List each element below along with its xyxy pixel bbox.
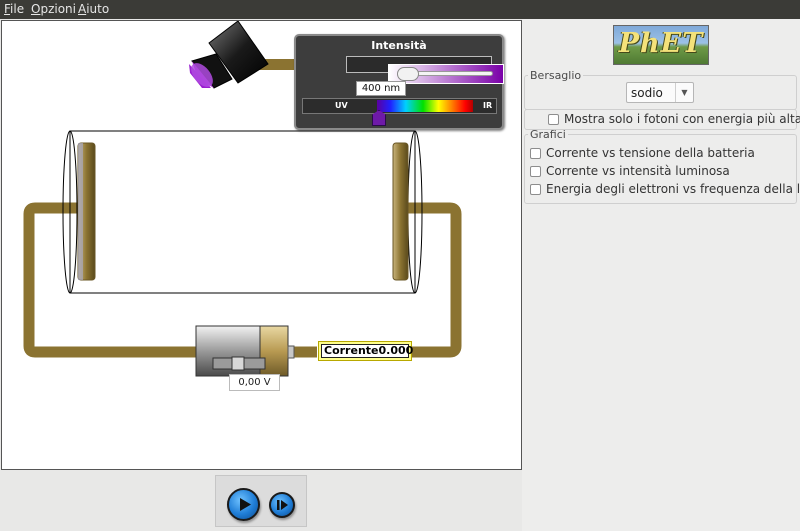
graphs-group-title: Grafici	[530, 128, 566, 141]
high-energy-box: Mostra solo i fotoni con energia più alt…	[524, 109, 800, 130]
intensity-slider-knob[interactable]	[397, 67, 419, 81]
phet-logo: PhET	[613, 25, 709, 65]
only-high-energy-photons-label: Mostra solo i fotoni con energia più alt…	[564, 112, 800, 126]
collector-plate	[392, 142, 409, 281]
play-button[interactable]	[227, 488, 260, 521]
menu-bar: File Opzioni Aiuto	[0, 0, 800, 19]
control-side-panel: PhET Bersaglio sodio ▼ Mostra solo i fot…	[522, 19, 800, 531]
graph-current-vs-voltage-label: Corrente vs tensione della batteria	[546, 146, 755, 160]
graph-current-vs-intensity-label: Corrente vs intensità luminosa	[546, 164, 730, 178]
step-button[interactable]	[269, 492, 295, 518]
target-group-title: Bersaglio	[530, 69, 582, 82]
ammeter-label: Corrente	[324, 344, 379, 357]
menu-help[interactable]: Aiuto	[78, 2, 109, 16]
clock-control-bar	[1, 471, 522, 531]
graph-energy-vs-frequency-label: Energia degli elettroni vs frequenza del…	[546, 182, 800, 196]
wavelength-slider[interactable]: UV IR	[302, 98, 497, 114]
ammeter-value: 0.000	[378, 344, 414, 357]
battery[interactable]	[195, 325, 295, 377]
ammeter: Corrente0.000	[318, 341, 414, 361]
visible-spectrum	[377, 100, 473, 112]
simulation-canvas: Intensità 400 nm UV IR 0,00 V Corrente0.…	[1, 20, 522, 470]
menu-options[interactable]: Opzioni	[31, 2, 76, 16]
play-icon	[240, 498, 251, 511]
phototube	[62, 130, 423, 294]
checkbox-box[interactable]	[530, 184, 541, 195]
menu-file[interactable]: File	[4, 2, 24, 16]
battery-voltage-readout: 0,00 V	[229, 374, 280, 391]
intensity-label: Intensità	[371, 39, 427, 52]
checkbox-box[interactable]	[530, 166, 541, 177]
uv-label: UV	[335, 101, 348, 110]
target-material-select[interactable]: sodio ▼	[626, 82, 694, 103]
chevron-down-icon: ▼	[675, 83, 693, 102]
light-control-panel: Intensità 400 nm UV IR	[294, 34, 504, 130]
ir-label: IR	[483, 101, 493, 110]
wavelength-readout: 400 nm	[356, 81, 406, 96]
clock-control-panel	[215, 475, 307, 527]
lamp-icon	[189, 21, 269, 89]
checkbox-box[interactable]	[548, 114, 559, 125]
step-icon	[277, 500, 288, 510]
target-material-value: sodio	[631, 86, 663, 100]
checkbox-box[interactable]	[530, 148, 541, 159]
